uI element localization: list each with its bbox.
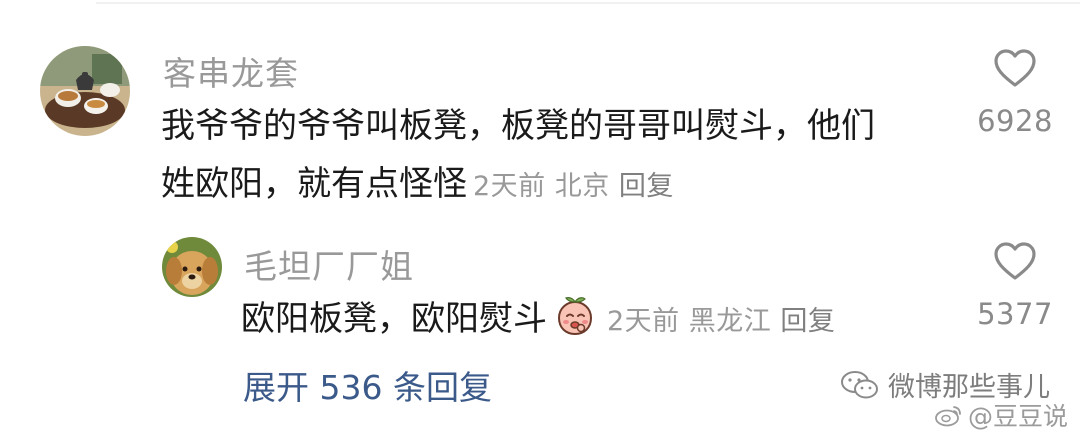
comment-section: 客串龙套 我爷爷的爷爷叫板凳，板凳的哥哥叫熨斗，他们 姓欧阳，就有点怪怪 2天前 … xyxy=(0,0,1080,432)
reply-location: 黑龙江 xyxy=(688,306,772,337)
watermark-handle: @豆豆说 xyxy=(967,402,1068,431)
divider xyxy=(96,2,1080,4)
comment-meta: 2天前 北京 回复 xyxy=(473,171,674,202)
peach-face-emoji-icon xyxy=(557,297,593,336)
dog-avatar-image xyxy=(162,237,222,297)
reply-text: 欧阳板凳，欧阳熨斗 xyxy=(241,299,547,339)
reply-like-count: 5377 xyxy=(977,297,1053,331)
like-button[interactable]: 6928 xyxy=(970,48,1060,138)
expand-replies-link[interactable]: 展开 536 条回复 xyxy=(243,361,492,409)
comment-text: 姓欧阳，就有点怪怪 xyxy=(161,164,467,204)
avatar[interactable] xyxy=(40,46,130,136)
like-count: 6928 xyxy=(977,104,1053,138)
reply-meta: 2天前 黑龙江 回复 xyxy=(607,306,835,337)
reply-like-button[interactable]: 5377 xyxy=(970,241,1060,331)
reply-username[interactable]: 毛坦厂厂姐 xyxy=(244,240,414,288)
reply-line: 欧阳板凳，欧阳熨斗 2天前 黑龙江 回复 xyxy=(241,290,835,351)
comment-location: 北京 xyxy=(554,171,610,202)
reply-avatar[interactable] xyxy=(162,237,222,297)
heart-icon xyxy=(994,49,1036,87)
weibo-icon xyxy=(935,406,961,427)
weibo-watermark: @豆豆说 xyxy=(934,397,1068,432)
wechat-icon xyxy=(841,370,878,398)
reply-time: 2天前 xyxy=(607,306,680,337)
comment-text-line1: 我爷爷的爷爷叫板凳，板凳的哥哥叫熨斗，他们 xyxy=(161,106,875,146)
tea-set-avatar-image xyxy=(40,46,130,136)
comment-text-line2: 姓欧阳，就有点怪怪 2天前 北京 回复 xyxy=(161,155,674,216)
heart-icon xyxy=(994,242,1036,280)
reply-reply-button[interactable]: 回复 xyxy=(780,306,835,337)
comment-username[interactable]: 客串龙套 xyxy=(163,47,299,95)
reply-button[interactable]: 回复 xyxy=(619,171,674,202)
comment-time: 2天前 xyxy=(473,171,546,202)
